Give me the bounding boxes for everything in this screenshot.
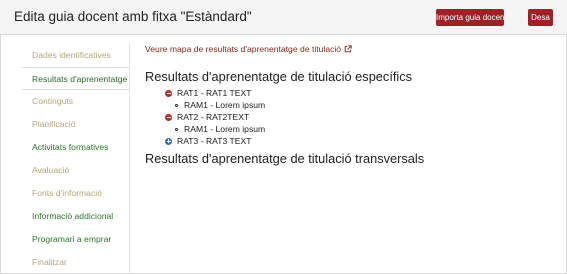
results-map-link[interactable]: Veure mapa de resultats d'aprenentatge d… bbox=[145, 44, 555, 54]
sidebar-item-dades-identificatives[interactable]: Dades identificatives bbox=[22, 44, 130, 67]
result-item: RAT3 - RAT3 TEXT bbox=[165, 135, 555, 147]
external-link-icon bbox=[344, 45, 352, 53]
sidebar-item-activitats-formatives[interactable]: Activitats formatives bbox=[22, 136, 130, 159]
result-label: RAT3 - RAT3 TEXT bbox=[177, 136, 252, 146]
header-bar: Edita guia docent amb fitxa "Estàndard" … bbox=[0, 0, 567, 35]
sub-result-item: RAM1 - Lorem ipsum bbox=[175, 99, 555, 111]
sidebar-item-planificacio[interactable]: Planificació bbox=[22, 113, 130, 136]
bullet-icon bbox=[175, 127, 178, 131]
main-content: Veure mapa de resultats d'aprenentatge d… bbox=[145, 44, 555, 166]
sub-result-item: RAM1 - Lorem ipsum bbox=[175, 123, 555, 135]
page-title: Edita guia docent amb fitxa "Estàndard" bbox=[14, 9, 252, 24]
sub-result-label: RAM1 - Lorem ipsum bbox=[184, 100, 266, 110]
transversal-results-title: Resultats d'aprenentatge de titulació tr… bbox=[145, 151, 425, 166]
sub-result-label: RAM1 - Lorem ipsum bbox=[184, 124, 266, 134]
bullet-icon bbox=[175, 103, 178, 107]
sidebar-item-programari[interactable]: Programari a emprar bbox=[22, 228, 130, 251]
sidebar-item-avaluacio[interactable]: Avaluació bbox=[22, 159, 130, 182]
specific-results-title: Resultats d'aprenentatge de titulació es… bbox=[145, 69, 413, 84]
sidebar-item-continguts[interactable]: Continguts bbox=[22, 90, 130, 113]
results-map-link-label: Veure mapa de resultats d'aprenentatge d… bbox=[145, 44, 342, 54]
result-label: RAT1 - RAT1 TEXT bbox=[177, 88, 252, 98]
result-item: RAT1 - RAT1 TEXT bbox=[165, 87, 555, 99]
sidebar-item-finalitzar[interactable]: Finalitzar bbox=[22, 251, 130, 274]
result-item: RAT2 - RAT2TEXT bbox=[165, 111, 555, 123]
collapse-icon[interactable] bbox=[165, 89, 172, 97]
save-button[interactable]: Desa bbox=[528, 9, 553, 26]
sidebar-item-fonts-informacio[interactable]: Fonts d'informació bbox=[22, 182, 130, 205]
sidebar-nav: Dades identificatives Resultats d'aprene… bbox=[22, 44, 130, 274]
sidebar-divider bbox=[129, 44, 130, 274]
import-guide-button[interactable]: Importa guia docent bbox=[436, 9, 507, 26]
result-label: RAT2 - RAT2TEXT bbox=[177, 112, 250, 122]
collapse-icon[interactable] bbox=[165, 113, 172, 121]
sidebar-item-informacio-addicional[interactable]: Informació addicional bbox=[22, 205, 130, 228]
specific-results-list: RAT1 - RAT1 TEXT RAM1 - Lorem ipsum RAT2… bbox=[165, 87, 555, 147]
expand-icon[interactable] bbox=[165, 137, 172, 145]
sidebar-item-resultats-aprenentatge[interactable]: Resultats d'aprenentatge bbox=[22, 67, 130, 90]
